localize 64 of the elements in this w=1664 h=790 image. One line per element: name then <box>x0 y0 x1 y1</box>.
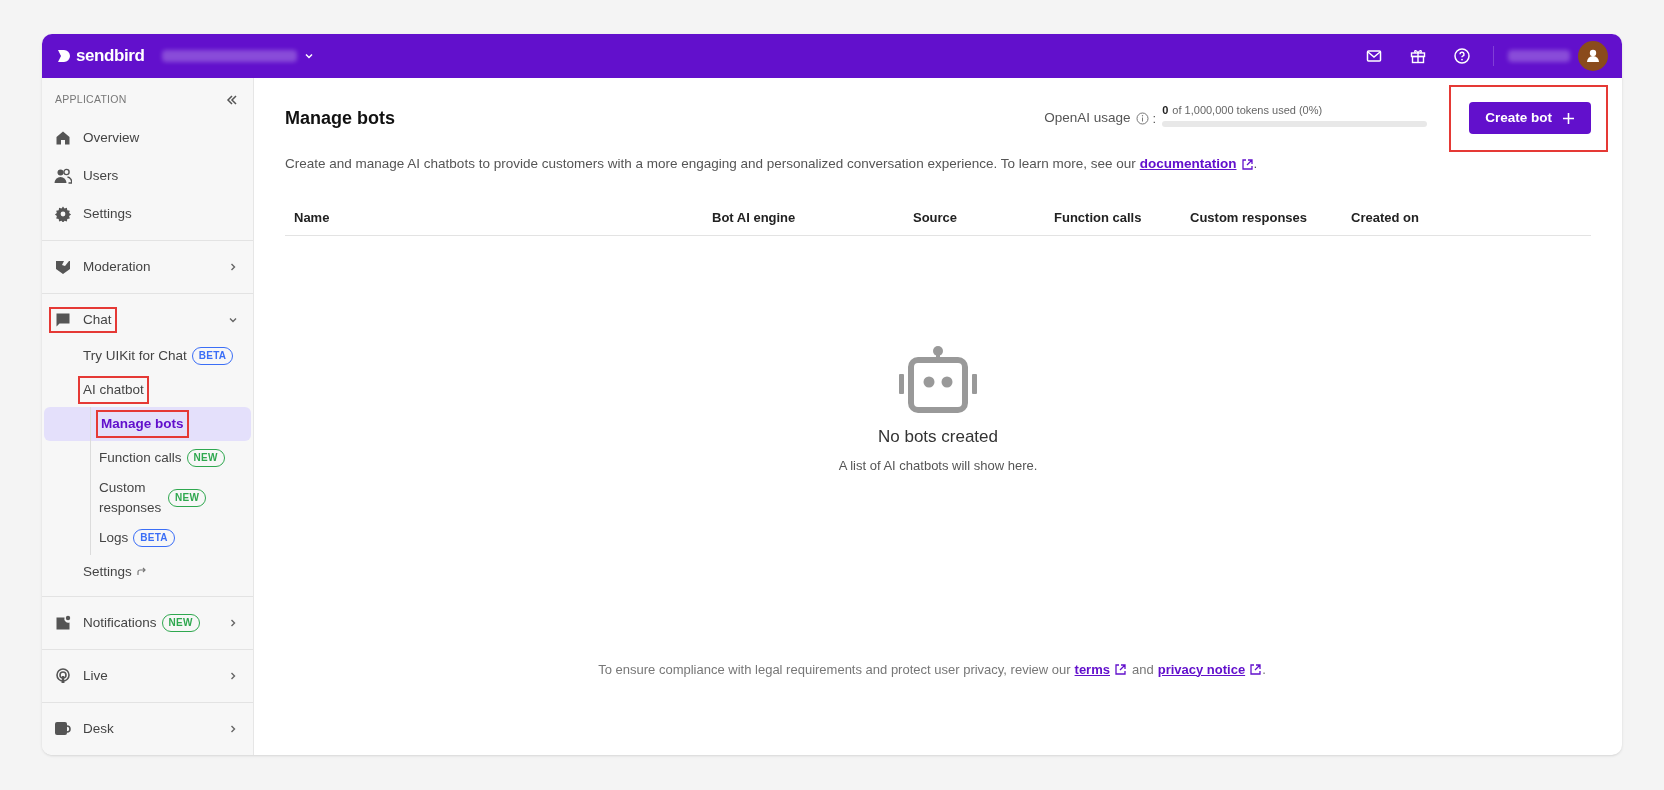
page-title: Manage bots <box>285 107 395 130</box>
column-header: Created on <box>1351 208 1420 227</box>
usage-label: OpenAI usage <box>1044 109 1131 128</box>
redirect-arrow-icon <box>135 566 147 578</box>
external-link-icon[interactable] <box>1240 157 1254 171</box>
info-icon[interactable] <box>1135 112 1149 125</box>
nav-item[interactable]: Manage bots <box>44 406 251 441</box>
shield-icon <box>54 258 72 275</box>
nav-item[interactable]: Desk <box>42 709 253 748</box>
gift-icon[interactable] <box>1409 47 1427 65</box>
external-link-icon[interactable] <box>1114 662 1127 676</box>
help-icon[interactable] <box>1453 47 1471 65</box>
broadcast-icon <box>54 667 72 684</box>
annotation-frame: Chat <box>49 306 117 333</box>
nav-item[interactable]: Try UIKit for Chat BETA <box>42 338 253 373</box>
usage-text: of 1,000,000 tokens used (0%) <box>1172 102 1323 118</box>
nav-item[interactable]: Live <box>42 656 253 695</box>
section-heading: APPLICATION <box>55 92 127 107</box>
notification-icon <box>54 614 72 631</box>
robot-icon <box>897 346 979 415</box>
description-text: Create and manage AI chatbots to provide customers with a more engaging and personalized conversation experience. To learn more, see our <box>285 155 1136 173</box>
nav-item[interactable]: Settings <box>42 194 253 233</box>
privacy-notice-link[interactable]: privacy notice <box>1157 659 1246 679</box>
nav-item[interactable]: Settings <box>42 554 253 589</box>
annotation-frame: Manage bots <box>96 409 189 438</box>
column-header: Function calls <box>1054 208 1143 227</box>
nav-item[interactable]: Function calls NEW <box>42 440 253 475</box>
nav-item[interactable]: Users <box>42 156 253 195</box>
mail-icon[interactable] <box>1365 47 1383 65</box>
users-icon <box>54 167 72 184</box>
documentation-link[interactable]: documentation <box>1139 154 1237 175</box>
chat-bubble-icon <box>54 311 72 328</box>
redacted-user-name <box>1508 50 1570 62</box>
empty-state-title: No bots created <box>878 426 998 449</box>
period: . <box>1262 660 1266 679</box>
logo-icon <box>56 48 72 64</box>
home-icon <box>54 129 72 146</box>
collapse-icon[interactable] <box>225 92 239 107</box>
nav-item[interactable]: Notifications NEW <box>42 603 253 642</box>
nav-item[interactable]: Chat <box>42 300 253 339</box>
usage-count: 0 <box>1162 102 1169 118</box>
column-header: Custom responses <box>1190 208 1309 227</box>
gear-icon <box>54 205 72 222</box>
colon: : <box>1152 109 1157 128</box>
footer-text: To ensure compliance with legal requirements and protect user privacy, review our <box>598 660 1071 679</box>
terms-link[interactable]: terms <box>1074 659 1110 679</box>
period: . <box>1253 155 1258 173</box>
empty-state-subtitle: A list of AI chatbots will show here. <box>838 456 1038 475</box>
nav-item[interactable]: Custom responses NEW <box>42 474 253 521</box>
external-link-icon[interactable] <box>1249 662 1263 676</box>
logo-text: sendbird <box>76 45 145 68</box>
column-header: Bot AI engine <box>712 208 797 227</box>
nav-item[interactable]: Logs BETA <box>42 520 253 555</box>
nav-item[interactable]: Overview <box>42 118 253 157</box>
annotation-frame: AI chatbot <box>78 375 149 404</box>
nav-item[interactable]: Moderation <box>42 247 253 286</box>
column-header: Source <box>913 208 959 227</box>
nav-item[interactable]: AI chatbot <box>42 372 253 407</box>
create-bot-button[interactable]: Create bot <box>1469 102 1591 134</box>
mug-icon <box>54 720 72 737</box>
column-header: Name <box>294 208 331 227</box>
plus-icon <box>1562 111 1575 125</box>
footer-text: and <box>1132 660 1154 679</box>
avatar[interactable] <box>1578 41 1608 71</box>
